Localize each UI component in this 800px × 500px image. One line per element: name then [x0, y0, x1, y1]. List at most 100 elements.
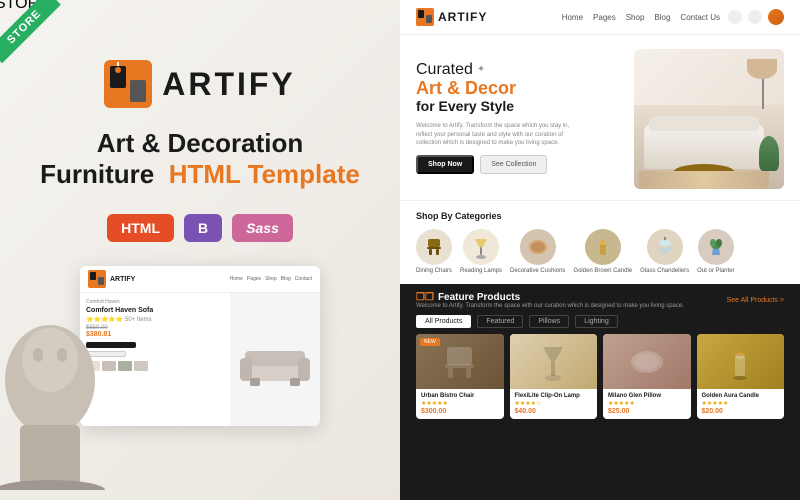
features-title-icon: ❒❒ [416, 292, 434, 303]
features-title: ❒❒ Feature Products [416, 292, 684, 303]
hero-art-decor: Art & Decor [416, 79, 624, 99]
site-nav-logo: ARTIFY [416, 8, 487, 26]
site-hero: Curated ✦ Art & Decor for Every Style We… [400, 35, 800, 200]
product-name-chair: Urban Bistro Chair [421, 393, 499, 399]
product-price-lamp: $40.00 [515, 408, 593, 415]
logo-icon [104, 60, 152, 108]
product-info-pillow: Milano Glen Pillow ★★★★★ $25.00 [603, 389, 691, 419]
category-golden-candle[interactable]: Golden Brown Candle [573, 229, 632, 274]
see-collection-button[interactable]: See Collection [480, 155, 547, 174]
hero-text: Curated ✦ Art & Decor for Every Style We… [416, 49, 624, 186]
products-row: NEW Urban Bistro Chair ★★★★★ $300.00 [416, 334, 784, 419]
categories-grid: Dining Chairs Reading Lamps [416, 229, 784, 274]
features-header-left: ❒❒ Feature Products Welcome to Artify. T… [416, 292, 684, 309]
tab-featured[interactable]: Featured [477, 315, 523, 328]
product-name-pillow: Milano Glen Pillow [608, 393, 686, 399]
category-decorative-cushions[interactable]: Decorative Cushions [510, 229, 565, 274]
product-info-chair: Urban Bistro Chair ★★★★★ $300.00 [416, 389, 504, 419]
features-tabs: All Products Featured Pillows Lighting [416, 315, 784, 328]
logo-area: ARTIFY [104, 60, 296, 108]
site-categories: Shop By Categories Dining Chairs [400, 200, 800, 284]
product-price-chair: $300.00 [421, 408, 499, 415]
category-circle-1 [416, 229, 452, 265]
category-circle-5 [647, 229, 683, 265]
hero-buttons: Shop Now See Collection [416, 155, 624, 174]
product-stars-candle: ★★★★★ [702, 400, 780, 407]
category-label-2: Reading Lamps [460, 268, 502, 274]
see-all-products-link[interactable]: See All Products > [727, 297, 784, 304]
nav-logo-icon [416, 8, 434, 26]
product-price-pillow: $25.00 [608, 408, 686, 415]
badge-sass: Sass [232, 214, 293, 242]
left-panel: STORE ARTIFY Art & Decoration Furniture … [0, 0, 400, 500]
inner-preview-header: ARTIFY Home Pages Shop Blog Contact [80, 266, 320, 293]
headline-line2: Furniture HTML Template [40, 159, 360, 190]
product-info-lamp: FlexiLite Clip-On Lamp ★★★★☆ $40.00 [510, 389, 598, 419]
product-stars-chair: ★★★★★ [421, 400, 499, 407]
category-label-5: Glass Chandeliers [640, 268, 689, 274]
category-label-6: Out or Planter [697, 268, 734, 274]
product-name-candle: Golden Aura Candle [702, 393, 780, 399]
product-stars-lamp: ★★★★☆ [515, 400, 593, 407]
product-stars-pillow: ★★★★★ [608, 400, 686, 407]
nav-link-home[interactable]: Home [562, 13, 583, 22]
nav-actions [728, 9, 784, 25]
preview-logo-icon [88, 270, 106, 288]
nav-link-shop[interactable]: Shop [626, 13, 645, 22]
hero-for-every-style: for Every Style [416, 98, 624, 114]
tab-lighting[interactable]: Lighting [575, 315, 618, 328]
category-planter[interactable]: Out or Planter [697, 229, 734, 274]
badge-html: HTML [107, 214, 174, 242]
product-price-candle: $20.00 [702, 408, 780, 415]
product-img-chair: NEW [416, 334, 504, 389]
preview-nav: Home Pages Shop Blog Contact [230, 276, 312, 282]
nav-links[interactable]: Home Pages Shop Blog Contact Us [562, 13, 720, 22]
product-img-lamp [510, 334, 598, 389]
hero-sofa [644, 124, 764, 169]
nav-link-blog[interactable]: Blog [654, 13, 670, 22]
category-circle-2 [463, 229, 499, 265]
product-card-chair: NEW Urban Bistro Chair ★★★★★ $300.00 [416, 334, 504, 419]
user-avatar[interactable] [768, 9, 784, 25]
wishlist-icon[interactable] [748, 10, 762, 24]
hero-plant [759, 136, 779, 171]
right-panel: ARTIFY Home Pages Shop Blog Contact Us C… [400, 0, 800, 500]
preview-logo-text: ARTIFY [110, 276, 135, 283]
hero-curated: Curated ✦ [416, 61, 624, 79]
category-label-4: Golden Brown Candle [573, 268, 632, 274]
shop-now-button[interactable]: Shop Now [416, 155, 474, 174]
features-header: ❒❒ Feature Products Welcome to Artify. T… [416, 292, 784, 309]
logo-text: ARTIFY [162, 66, 296, 103]
nav-logo-text: ARTIFY [438, 10, 487, 24]
statue-figure [0, 300, 140, 500]
product-card-candle: Golden Aura Candle ★★★★★ $20.00 [697, 334, 785, 419]
hero-rug [639, 171, 769, 189]
category-label-1: Dining Chairs [416, 268, 452, 274]
product-badge-new: NEW [420, 338, 440, 346]
product-img-candle [697, 334, 785, 389]
headline-line3: HTML Template [169, 159, 360, 189]
store-label: STORE [0, 0, 50, 12]
store-ribbon: STORE [0, 0, 75, 75]
badge-bootstrap: B [184, 214, 222, 242]
category-reading-lamps[interactable]: Reading Lamps [460, 229, 502, 274]
product-card-pillow: Milano Glen Pillow ★★★★★ $25.00 [603, 334, 691, 419]
category-circle-3 [520, 229, 556, 265]
website-mockup: ARTIFY Home Pages Shop Blog Contact Us C… [400, 0, 800, 500]
hero-lamp [762, 59, 764, 109]
category-circle-4 [585, 229, 621, 265]
nav-link-contact[interactable]: Contact Us [680, 13, 720, 22]
category-glass-chandeliers[interactable]: Glass Chandeliers [640, 229, 689, 274]
category-dining-chairs[interactable]: Dining Chairs [416, 229, 452, 274]
hero-room-image [634, 49, 784, 189]
categories-title: Shop By Categories [416, 211, 784, 221]
search-icon[interactable] [728, 10, 742, 24]
tab-all-products[interactable]: All Products [416, 315, 471, 328]
headline-line1: Art & Decoration [40, 128, 360, 159]
category-circle-6 [698, 229, 734, 265]
left-headline: Art & Decoration Furniture HTML Template [40, 128, 360, 190]
nav-link-pages[interactable]: Pages [593, 13, 616, 22]
preview-sofa-image [230, 293, 320, 426]
tab-pillows[interactable]: Pillows [529, 315, 569, 328]
category-label-3: Decorative Cushions [510, 268, 565, 274]
